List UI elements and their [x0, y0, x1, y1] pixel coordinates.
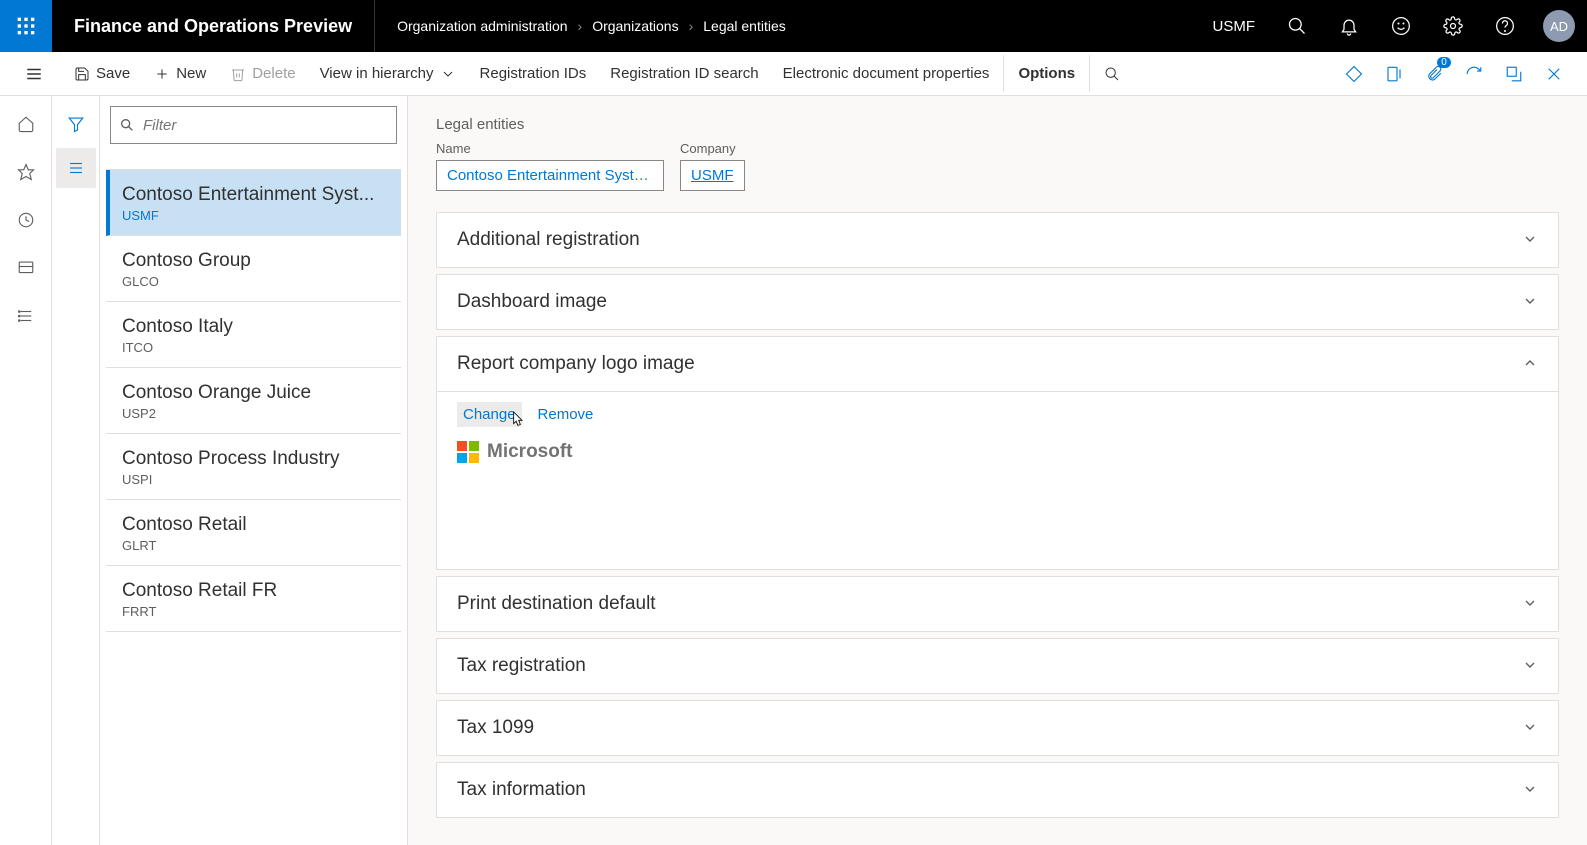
hamburger-icon[interactable] [8, 52, 60, 96]
attachments-icon[interactable]: 0 [1417, 57, 1451, 91]
refresh-icon[interactable] [1457, 57, 1491, 91]
panel-header[interactable]: Dashboard image [437, 275, 1558, 329]
filter-toggle-icon[interactable] [56, 104, 96, 144]
change-button[interactable]: Change [457, 402, 522, 427]
panel-tax-registration: Tax registration [436, 638, 1559, 694]
new-button[interactable]: New [144, 59, 216, 88]
main-content: Legal entities Name Contoso Entertainmen… [408, 96, 1587, 845]
chevron-right-icon: › [689, 18, 694, 34]
entity-item[interactable]: Contoso Process Industry USPI [106, 434, 401, 500]
page-info-icon[interactable] [1377, 57, 1411, 91]
name-input[interactable]: Contoso Entertainment System ... [436, 160, 664, 191]
options-tab[interactable]: Options [1003, 55, 1090, 92]
company-label: Company [680, 141, 745, 156]
list-view-icon[interactable] [56, 148, 96, 188]
modules-icon[interactable] [6, 296, 46, 336]
chevron-up-icon [1522, 355, 1538, 374]
panel-header[interactable]: Tax 1099 [437, 701, 1558, 755]
registration-ids-button[interactable]: Registration IDs [470, 59, 597, 88]
chevron-down-icon [1522, 231, 1538, 250]
registration-id-search-button[interactable]: Registration ID search [600, 59, 768, 88]
smiley-icon[interactable] [1375, 0, 1427, 52]
breadcrumb-2[interactable]: Legal entities [703, 18, 786, 34]
panel-report-logo: Report company logo image Change Remove … [436, 336, 1559, 570]
panel-additional-registration: Additional registration [436, 212, 1559, 268]
chevron-down-icon [1522, 595, 1538, 614]
panel-tax-information: Tax information [436, 762, 1559, 818]
filter-input[interactable] [110, 106, 397, 144]
chevron-down-icon [1522, 781, 1538, 800]
company-context[interactable]: USMF [1197, 18, 1272, 35]
entity-item[interactable]: Contoso Retail GLRT [106, 500, 401, 566]
app-title: Finance and Operations Preview [52, 0, 375, 52]
entity-item[interactable]: Contoso Group GLCO [106, 236, 401, 302]
company-logo: Microsoft [457, 441, 1538, 463]
breadcrumb-1[interactable]: Organizations [592, 18, 678, 34]
popup-icon[interactable] [1497, 57, 1531, 91]
bell-icon[interactable] [1323, 0, 1375, 52]
topbar-right: USMF AD [1197, 0, 1587, 52]
entity-item[interactable]: Contoso Retail FR FRRT [106, 566, 401, 632]
save-button[interactable]: Save [64, 59, 140, 88]
panel-header[interactable]: Tax registration [437, 639, 1558, 693]
view-hierarchy-button[interactable]: View in hierarchy [310, 59, 466, 88]
close-icon[interactable] [1537, 57, 1571, 91]
breadcrumb-0[interactable]: Organization administration [397, 18, 567, 34]
edoc-properties-button[interactable]: Electronic document properties [773, 59, 1000, 88]
entity-item[interactable]: Contoso Entertainment Syst... USMF [106, 170, 401, 236]
help-icon[interactable] [1479, 0, 1531, 52]
panel-tax-1099: Tax 1099 [436, 700, 1559, 756]
delete-button: Delete [220, 59, 305, 88]
user-avatar[interactable]: AD [1543, 10, 1575, 42]
panel-header[interactable]: Report company logo image [437, 337, 1558, 391]
page-caption: Legal entities [436, 116, 1559, 133]
recent-icon[interactable] [6, 200, 46, 240]
entity-item[interactable]: Contoso Italy ITCO [106, 302, 401, 368]
microsoft-logo-icon [457, 441, 479, 463]
chevron-down-icon [1522, 293, 1538, 312]
name-label: Name [436, 141, 664, 156]
panel-dashboard-image: Dashboard image [436, 274, 1559, 330]
topbar: Finance and Operations Preview Organizat… [0, 0, 1587, 52]
panel-header[interactable]: Print destination default [437, 577, 1558, 631]
home-icon[interactable] [6, 104, 46, 144]
breadcrumb: Organization administration › Organizati… [375, 18, 786, 34]
filter-field[interactable] [143, 117, 388, 134]
workspace-icon[interactable] [6, 248, 46, 288]
entity-list[interactable]: Contoso Entertainment Syst... USMF Conto… [106, 154, 401, 845]
chevron-down-icon [1522, 719, 1538, 738]
chevron-down-icon [1522, 657, 1538, 676]
search-action-icon[interactable] [1094, 60, 1130, 88]
search-icon [119, 117, 135, 133]
list-panel: Contoso Entertainment Syst... USMF Conto… [52, 96, 408, 845]
star-icon[interactable] [6, 152, 46, 192]
remove-button[interactable]: Remove [532, 402, 600, 427]
left-rail [0, 96, 52, 845]
actionbar: Save New Delete View in hierarchy Regist… [0, 52, 1587, 96]
chevron-right-icon: › [578, 18, 583, 34]
app-launcher[interactable] [0, 0, 52, 52]
personalize-icon[interactable] [1337, 57, 1371, 91]
search-icon[interactable] [1271, 0, 1323, 52]
panel-print-destination: Print destination default [436, 576, 1559, 632]
gear-icon[interactable] [1427, 0, 1479, 52]
panel-header[interactable]: Tax information [437, 763, 1558, 817]
entity-item[interactable]: Contoso Orange Juice USP2 [106, 368, 401, 434]
panel-header[interactable]: Additional registration [437, 213, 1558, 267]
company-input[interactable]: USMF [680, 160, 745, 191]
